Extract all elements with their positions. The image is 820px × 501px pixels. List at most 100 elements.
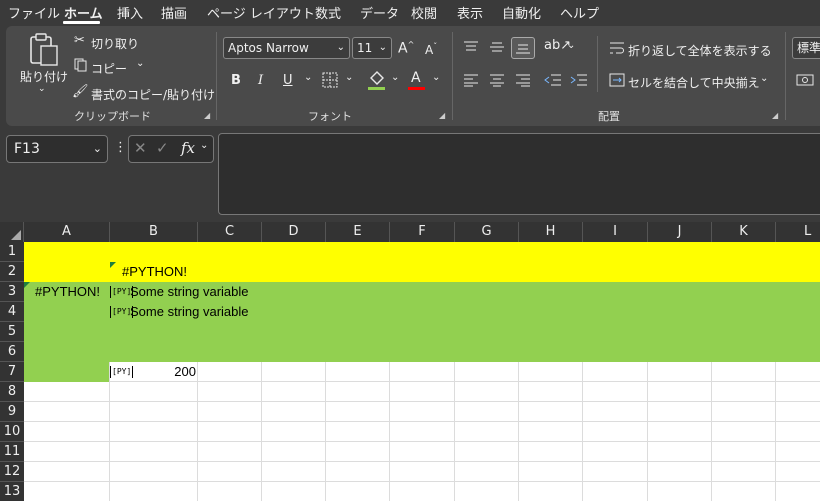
column-header[interactable]: G (455, 222, 519, 242)
cell-b7[interactable]: 200 (140, 362, 196, 381)
chevron-down-icon: ⌄ (92, 142, 102, 155)
align-right-icon[interactable] (515, 73, 531, 87)
font-color-button[interactable]: A (411, 70, 421, 86)
bold-button[interactable]: B (231, 73, 241, 88)
copy-button[interactable]: コピー (91, 60, 127, 77)
chevron-down-icon: ⌄ (378, 42, 387, 53)
column-header[interactable]: B (110, 222, 198, 242)
cell-b2[interactable]: #PYTHON! (122, 262, 187, 281)
row-header[interactable]: 1 (0, 242, 24, 262)
menu-data[interactable]: データ (360, 3, 399, 22)
alignment-launcher-icon[interactable]: ◢ (772, 111, 778, 120)
row-header[interactable]: 13 (0, 482, 24, 501)
font-size-select[interactable]: 11 ⌄ (352, 37, 392, 59)
merge-center-icon[interactable] (609, 73, 625, 87)
increase-indent-icon[interactable] (570, 73, 588, 87)
select-all-corner[interactable] (0, 222, 24, 242)
align-center-icon[interactable] (489, 73, 505, 87)
copy-chevron-icon[interactable]: ⌄ (136, 58, 144, 69)
menu-help[interactable]: ヘルプ (560, 3, 599, 22)
cell-b4[interactable]: Some string variable (130, 302, 249, 321)
alignment-group-label: 配置 (598, 110, 620, 123)
column-header[interactable]: F (390, 222, 455, 242)
more-options-icon[interactable]: ⋮ (114, 140, 127, 155)
borders-chevron-icon[interactable]: ⌄ (345, 72, 353, 83)
group-divider (452, 32, 453, 120)
align-top-icon[interactable] (463, 40, 479, 54)
decrease-font-size-icon[interactable]: Aˇ (425, 42, 437, 57)
row-header[interactable]: 9 (0, 402, 24, 422)
column-header[interactable]: D (262, 222, 326, 242)
menu-automate[interactable]: 自動化 (502, 3, 541, 22)
align-bottom-icon (516, 44, 530, 54)
font-launcher-icon[interactable]: ◢ (439, 111, 445, 120)
chevron-down-icon[interactable]: ⌄ (200, 140, 208, 151)
cell-a3[interactable]: #PYTHON! (35, 282, 100, 301)
fill-color-chevron-icon[interactable]: ⌄ (391, 72, 399, 83)
column-header[interactable]: I (583, 222, 648, 242)
group-divider (785, 32, 786, 120)
row-header[interactable]: 7 (0, 362, 24, 382)
paste-icon[interactable] (27, 33, 61, 67)
menu-insert[interactable]: 挿入 (117, 3, 143, 22)
wrap-text-button[interactable]: 折り返して全体を表示する (628, 42, 772, 59)
menu-view[interactable]: 表示 (457, 3, 483, 22)
borders-icon[interactable] (322, 72, 340, 88)
row-header[interactable]: 10 (0, 422, 24, 442)
align-middle-icon[interactable] (489, 40, 505, 54)
scissors-icon[interactable]: ✂ (74, 33, 85, 48)
currency-icon[interactable] (796, 73, 814, 87)
column-header[interactable]: E (326, 222, 390, 242)
paste-button[interactable]: 貼り付け (20, 68, 68, 85)
row-header[interactable]: 2 (0, 262, 24, 282)
align-left-icon[interactable] (463, 73, 479, 87)
column-header[interactable]: H (519, 222, 583, 242)
align-bottom-button[interactable] (511, 37, 535, 59)
italic-button[interactable]: I (258, 73, 263, 88)
menu-file[interactable]: ファイル (8, 3, 60, 22)
enter-icon[interactable]: ✓ (156, 139, 169, 157)
menu-home[interactable]: ホーム (64, 3, 103, 22)
row-header[interactable]: 4 (0, 302, 24, 322)
menu-page-layout[interactable]: ページ レイアウト (207, 3, 315, 22)
menu-formulas[interactable]: 数式 (315, 3, 341, 22)
wrap-text-icon[interactable] (609, 41, 625, 55)
python-badge-icon[interactable]: [PY] (110, 366, 134, 378)
increase-font-size-icon[interactable]: A^ (398, 40, 414, 57)
menu-draw[interactable]: 描画 (161, 3, 187, 22)
number-format-select[interactable]: 標準 (792, 37, 820, 59)
column-header[interactable]: C (198, 222, 262, 242)
cut-button[interactable]: 切り取り (91, 35, 139, 52)
font-name-select[interactable]: Aptos Narrow ⌄ (223, 37, 350, 59)
name-box[interactable]: F13 ⌄ (6, 135, 108, 163)
paste-chevron-icon[interactable]: ⌄ (38, 84, 46, 94)
cancel-icon[interactable]: ✕ (134, 139, 147, 157)
decrease-indent-icon[interactable] (544, 73, 562, 87)
insert-function-icon[interactable]: fx (181, 139, 195, 157)
row-header[interactable]: 12 (0, 462, 24, 482)
underline-chevron-icon[interactable]: ⌄ (304, 72, 312, 83)
row-header[interactable]: 5 (0, 322, 24, 342)
orientation-chevron-icon[interactable]: ⌄ (567, 40, 575, 51)
cell-indicator-icon (110, 262, 116, 268)
row-header[interactable]: 8 (0, 382, 24, 402)
format-painter-icon[interactable]: 🖌 (72, 84, 89, 99)
column-header[interactable]: L (776, 222, 820, 242)
clipboard-launcher-icon[interactable]: ◢ (204, 111, 210, 120)
merge-center-button[interactable]: セルを結合して中央揃え (628, 74, 760, 91)
column-header[interactable]: K (712, 222, 776, 242)
format-painter-button[interactable]: 書式のコピー/貼り付け (91, 86, 215, 103)
row-header[interactable]: 11 (0, 442, 24, 462)
row-header[interactable]: 3 (0, 282, 24, 302)
fill-color-icon[interactable] (367, 69, 387, 91)
merge-chevron-icon[interactable]: ⌄ (760, 73, 768, 84)
font-color-chevron-icon[interactable]: ⌄ (432, 72, 440, 83)
row-header[interactable]: 6 (0, 342, 24, 362)
formula-input[interactable] (218, 133, 820, 215)
cell-b3[interactable]: Some string variable (130, 282, 249, 301)
column-header[interactable]: J (648, 222, 712, 242)
underline-button[interactable]: U (283, 73, 293, 88)
menu-review[interactable]: 校閲 (411, 3, 437, 22)
column-header[interactable]: A (24, 222, 110, 242)
copy-icon[interactable] (74, 58, 88, 72)
